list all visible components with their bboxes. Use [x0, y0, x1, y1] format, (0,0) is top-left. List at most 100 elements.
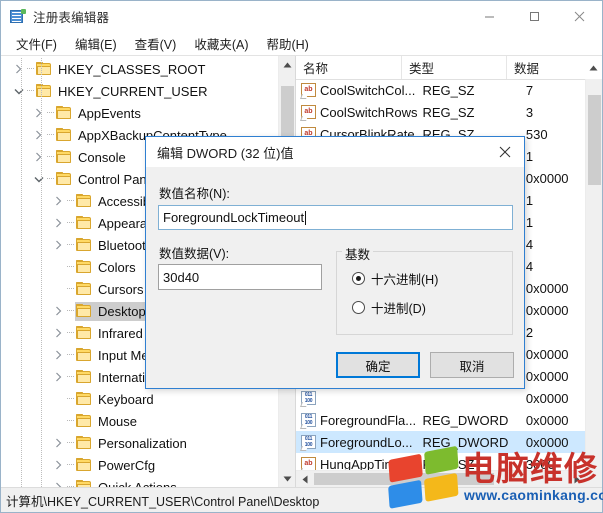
- chevron-down-icon[interactable]: [11, 80, 26, 102]
- radio-hexadecimal[interactable]: 十六进制(H): [352, 269, 438, 288]
- base-groupbox: [336, 251, 513, 335]
- menu-help[interactable]: 帮助(H): [257, 32, 317, 55]
- tree-item-content[interactable]: Desktop: [75, 301, 149, 321]
- chevron-right-icon[interactable]: [31, 102, 46, 124]
- tree-connector: [66, 212, 75, 234]
- chevron-right-icon[interactable]: [51, 234, 66, 256]
- tree-scroll-down-icon[interactable]: [279, 470, 295, 487]
- list-hscroll-thumb[interactable]: [314, 473, 494, 485]
- tree-connector: [66, 278, 75, 300]
- cell-value-data: 2: [525, 324, 534, 340]
- dword-value-icon: 011100: [301, 391, 316, 405]
- table-row[interactable]: ab HungAppTime... REG_SZ 3000: [296, 453, 585, 470]
- chevron-right-icon[interactable]: [51, 190, 66, 212]
- folder-icon: [76, 238, 93, 252]
- tree-item-content[interactable]: AppEvents: [55, 104, 144, 123]
- column-header-type[interactable]: 类型: [402, 56, 507, 79]
- menu-file[interactable]: 文件(F): [7, 32, 66, 55]
- list-scroll-right-icon[interactable]: [568, 471, 585, 487]
- cancel-button[interactable]: 取消: [430, 352, 514, 378]
- tree-item-content[interactable]: Quick Actions: [75, 478, 180, 487]
- tree-item-appevents[interactable]: AppEvents: [1, 102, 278, 124]
- chevron-right-icon[interactable]: [31, 146, 46, 168]
- column-header-data[interactable]: 数据: [507, 56, 562, 79]
- dialog-title-bar: 编辑 DWORD (32 位)值: [146, 137, 524, 167]
- ok-button[interactable]: 确定: [336, 352, 420, 378]
- chevron-right-icon[interactable]: [51, 322, 66, 344]
- tree-scroll-thumb[interactable]: [281, 86, 294, 138]
- cell-value-data: 7: [525, 82, 534, 98]
- tree-connector: [66, 476, 75, 487]
- menu-edit[interactable]: 编辑(E): [66, 32, 126, 55]
- value-data-input[interactable]: 30d40: [158, 264, 322, 290]
- radio-decimal[interactable]: 十进制(D): [352, 298, 426, 317]
- tree-item-mouse[interactable]: Mouse: [1, 410, 278, 432]
- cell-value-type: REG_DWORD: [422, 412, 509, 428]
- value-name-input[interactable]: ForegroundLockTimeout: [158, 205, 513, 230]
- table-row[interactable]: 011 100 ForegroundLo... REG_DWORD 0x0000: [296, 431, 585, 453]
- list-scroll-up-icon[interactable]: [585, 56, 602, 79]
- menu-favorites[interactable]: 收藏夹(A): [185, 32, 257, 55]
- chevron-down-icon[interactable]: [31, 168, 46, 190]
- tree-item-label: AppEvents: [78, 105, 141, 121]
- tree-item-content[interactable]: Cursors: [75, 280, 147, 299]
- menu-bar: 文件(F) 编辑(E) 查看(V) 收藏夹(A) 帮助(H): [1, 32, 602, 55]
- folder-icon: [76, 282, 93, 296]
- chevron-right-icon[interactable]: [51, 476, 66, 487]
- close-button[interactable]: [557, 1, 602, 32]
- tree-item-label: HKEY_CLASSES_ROOT: [58, 61, 206, 77]
- chevron-right-icon[interactable]: [51, 212, 66, 234]
- chevron-right-icon[interactable]: [51, 300, 66, 322]
- tree-item-content[interactable]: PowerCfg: [75, 456, 158, 475]
- tree-item-content[interactable]: Infrared: [75, 324, 146, 343]
- table-row[interactable]: 011 100 ForegroundFla... REG_DWORD 0x0000: [296, 409, 585, 431]
- column-header-name[interactable]: 名称: [296, 56, 402, 79]
- list-scroll-left-icon[interactable]: [296, 471, 313, 487]
- chevron-right-icon[interactable]: [51, 366, 66, 388]
- tree-item-hkey-current-user[interactable]: HKEY_CURRENT_USER: [1, 80, 278, 102]
- list-scroll-thumb[interactable]: [588, 95, 601, 185]
- tree-item-label: Keyboard: [98, 391, 154, 407]
- chevron-right-icon[interactable]: [51, 454, 66, 476]
- tree-item-content[interactable]: Colors: [75, 258, 139, 277]
- tree-item-content[interactable]: Console: [55, 148, 129, 167]
- minimize-button[interactable]: [467, 1, 512, 32]
- status-path: 计算机\HKEY_CURRENT_USER\Control Panel\Desk…: [6, 494, 320, 509]
- tree-item-content[interactable]: Bluetooth: [75, 236, 156, 255]
- menu-view[interactable]: 查看(V): [126, 32, 186, 55]
- chevron-right-icon[interactable]: [51, 344, 66, 366]
- tree-scroll-up-icon[interactable]: [279, 56, 295, 73]
- table-row[interactable]: ab CoolSwitchRows REG_SZ 3: [296, 101, 585, 123]
- registry-editor-icon: [10, 8, 26, 25]
- folder-icon: [36, 84, 53, 98]
- chevron-right-icon[interactable]: [11, 58, 26, 80]
- table-row[interactable]: ab CoolSwitchCol... REG_SZ 7: [296, 79, 585, 101]
- tree-item-quick-actions[interactable]: Quick Actions: [1, 476, 278, 487]
- tree-item-personalization[interactable]: Personalization: [1, 432, 278, 454]
- tree-item-content[interactable]: Personalization: [75, 434, 190, 453]
- cell-value-data: 0x0000: [525, 346, 569, 362]
- maximize-button[interactable]: [512, 1, 557, 32]
- tree-item-powercfg[interactable]: PowerCfg: [1, 454, 278, 476]
- tree-connector: [46, 168, 55, 190]
- list-horizontal-scrollbar[interactable]: [296, 470, 585, 487]
- cell-value-name: ForegroundFla...: [320, 412, 417, 428]
- chevron-right-icon[interactable]: [31, 124, 46, 146]
- tree-item-content[interactable]: HKEY_CURRENT_USER: [35, 82, 211, 101]
- tree-item-hkey-classes-root[interactable]: HKEY_CLASSES_ROOT: [1, 58, 278, 80]
- list-vertical-scrollbar[interactable]: [585, 79, 602, 470]
- tree-item-content[interactable]: Mouse: [75, 412, 140, 431]
- table-row[interactable]: 011100 0x0000: [296, 387, 585, 409]
- tree-guide-line: [21, 58, 22, 487]
- chevron-right-icon[interactable]: [51, 432, 66, 454]
- tree-item-content[interactable]: Keyboard: [75, 390, 157, 409]
- tree-item-content[interactable]: HKEY_CLASSES_ROOT: [35, 60, 208, 79]
- dialog-close-button[interactable]: [486, 137, 524, 166]
- tree-item-keyboard[interactable]: Keyboard: [1, 388, 278, 410]
